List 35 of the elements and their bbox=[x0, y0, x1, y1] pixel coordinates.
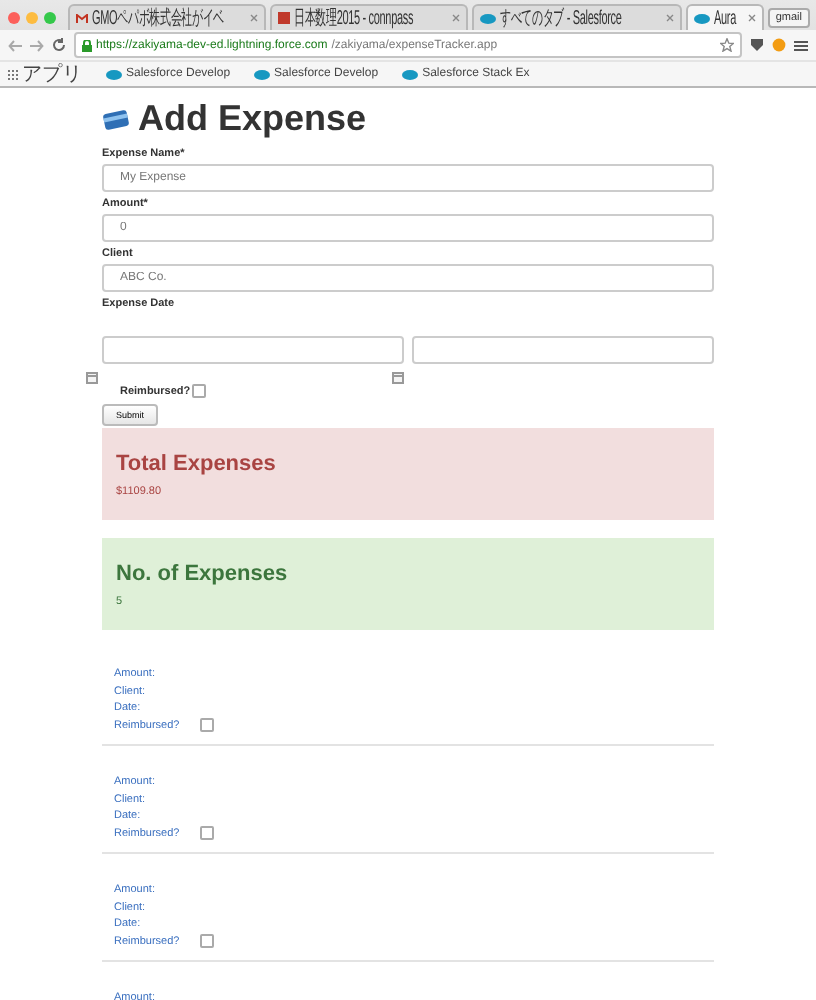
bookmark[interactable]: アプリ bbox=[8, 60, 82, 88]
browser-tab[interactable]: 日本数理2015 - connpass bbox=[269, 4, 468, 30]
checkbox[interactable] bbox=[199, 934, 214, 949]
date-field[interactable] bbox=[102, 336, 404, 364]
card-title: Total Expenses bbox=[116, 452, 278, 476]
tab-title: 日本数理2015 - connpass bbox=[293, 5, 413, 32]
page-title: Add Expense bbox=[138, 98, 367, 140]
forward-icon[interactable] bbox=[30, 39, 44, 51]
card-title: No. of Expenses bbox=[116, 562, 290, 586]
browser-tab[interactable]: Aura bbox=[685, 4, 764, 30]
shield-icon[interactable] bbox=[750, 38, 764, 52]
square-icon bbox=[277, 12, 290, 24]
close-icon[interactable] bbox=[747, 14, 756, 22]
close-icon[interactable] bbox=[665, 14, 674, 22]
time-field[interactable] bbox=[412, 336, 714, 364]
checkbox[interactable] bbox=[199, 718, 214, 733]
checkbox[interactable] bbox=[199, 826, 214, 841]
browser-tab[interactable]: GMOペパボ株式会社がイベ bbox=[68, 4, 266, 30]
tab-title: Aura bbox=[713, 7, 736, 29]
reload-icon[interactable] bbox=[52, 38, 66, 52]
calendar-icon[interactable] bbox=[392, 372, 404, 384]
close-icon[interactable] bbox=[249, 14, 258, 22]
star-icon[interactable] bbox=[720, 38, 734, 52]
browser-tab[interactable]: すべてのタブ - Salesforce bbox=[471, 4, 682, 30]
tab-title: すべてのタブ - Salesforce bbox=[499, 5, 621, 32]
lock-icon bbox=[82, 39, 92, 51]
calendar-icon[interactable] bbox=[86, 372, 98, 384]
checkbox[interactable] bbox=[192, 384, 207, 398]
back-icon[interactable] bbox=[8, 39, 22, 51]
close-icon[interactable] bbox=[451, 14, 460, 22]
mail-icon bbox=[76, 13, 88, 23]
apps-icon bbox=[8, 69, 18, 79]
menu-icon[interactable] bbox=[794, 39, 808, 51]
card-icon bbox=[102, 109, 130, 129]
tab-title: GMOペパボ株式会社がイベ bbox=[92, 5, 224, 32]
